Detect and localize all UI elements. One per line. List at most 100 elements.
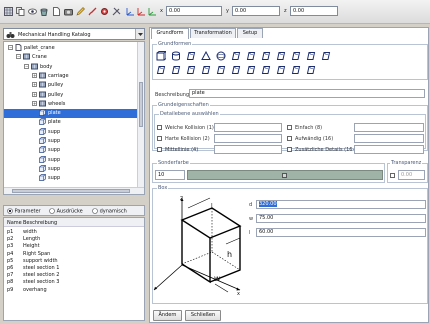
cone-shape-icon[interactable] [201, 51, 211, 61]
parameter-row[interactable]: p9 overhang [4, 287, 144, 294]
tree-item[interactable]: + carriage [4, 72, 138, 81]
close-button[interactable]: Schließen [185, 310, 221, 321]
parameter-row[interactable]: p7 steel section 2 [4, 272, 144, 279]
vertical-scrollbar[interactable] [137, 42, 144, 187]
harte-kollision-field[interactable] [214, 134, 282, 143]
tab-grundform[interactable]: Grundform [151, 28, 189, 39]
zusaetzliche-details-field[interactable] [354, 145, 424, 154]
w-input[interactable]: 75.00 [256, 214, 426, 223]
parallelogram-shape-icon[interactable] [171, 65, 181, 75]
beam-shape-icon[interactable] [216, 65, 226, 75]
h-scroll-thumb[interactable] [12, 189, 130, 193]
trapezoid-shape-icon[interactable] [156, 65, 166, 75]
sphere-shape-icon[interactable] [216, 51, 226, 61]
weiche-kollision-field[interactable] [214, 123, 282, 132]
tree-item[interactable]: + pulley [4, 91, 138, 100]
tree-item[interactable]: − Crane [4, 53, 138, 62]
tree-item[interactable]: supp [4, 165, 138, 174]
horizontal-scrollbar[interactable] [4, 187, 144, 194]
expand-icon[interactable]: + [32, 91, 37, 97]
tab-setup[interactable]: Setup [237, 28, 263, 38]
tree-item[interactable]: supp [4, 146, 138, 155]
mittellinie-field[interactable] [214, 145, 282, 154]
parameter-row[interactable]: p8 steel section 3 [4, 279, 144, 286]
spring-shape-icon[interactable] [246, 51, 256, 61]
color-picker-handle[interactable] [282, 173, 287, 178]
t-beam-shape-icon[interactable] [246, 65, 256, 75]
parameter-row[interactable]: p1 width [4, 229, 144, 236]
axes-icon[interactable] [148, 7, 157, 16]
axes-icon[interactable] [137, 7, 146, 16]
brush-icon[interactable] [88, 7, 97, 16]
expand-icon[interactable]: − [24, 63, 29, 69]
tools-icon[interactable] [112, 7, 121, 16]
l-input[interactable]: 60.00 [256, 228, 426, 237]
pipe-shape-icon[interactable] [186, 51, 196, 61]
frustum-shape-icon[interactable] [201, 65, 211, 75]
zusaetzliche-details-checkbox[interactable] [287, 147, 292, 152]
scroll-thumb[interactable] [139, 82, 143, 127]
dish-shape-icon[interactable] [321, 51, 331, 61]
expand-icon[interactable]: + [32, 100, 37, 106]
mittellinie-checkbox[interactable] [157, 147, 162, 152]
tree-item[interactable]: − body [4, 63, 138, 72]
radio-dynamisch[interactable]: dynamisch [92, 208, 127, 215]
d-input[interactable]: 320.00 [256, 200, 426, 209]
einfach-checkbox[interactable] [287, 125, 292, 130]
axes-icon[interactable] [126, 7, 135, 16]
aufwaendig-field[interactable] [354, 134, 424, 143]
expand-icon[interactable]: − [16, 54, 21, 60]
weiche-kollision-checkbox[interactable] [157, 125, 162, 130]
nut-shape-icon[interactable] [276, 65, 286, 75]
camera-icon[interactable] [64, 7, 73, 16]
color-swatch[interactable] [187, 170, 383, 180]
sweep-shape-icon[interactable] [291, 65, 301, 75]
apply-button[interactable]: Ändern [153, 310, 182, 321]
gear-shape-icon[interactable] [261, 65, 271, 75]
tree-item[interactable]: plate [4, 118, 138, 127]
parameter-row[interactable]: p3 Height [4, 243, 144, 250]
tree-item[interactable]: supp [4, 155, 138, 165]
expand-icon[interactable]: − [8, 45, 13, 50]
radio-ausdrücke[interactable]: Ausdrücke [49, 208, 83, 215]
bend-shape-icon[interactable] [306, 65, 316, 75]
beschreibung-input[interactable]: plate [189, 89, 425, 98]
x-coordinate-input[interactable]: 0.00 [166, 6, 222, 16]
bucket-icon[interactable] [40, 7, 49, 16]
tree-item[interactable]: supp [4, 127, 138, 137]
tab-transformation[interactable]: Transformation [190, 28, 236, 38]
expand-icon[interactable]: + [32, 82, 37, 88]
parameter-row[interactable]: p5 support width [4, 258, 144, 265]
harte-kollision-checkbox[interactable] [157, 136, 162, 141]
box-shape-icon[interactable] [156, 51, 166, 61]
torus-shape-icon[interactable] [306, 51, 316, 61]
transparenz-input[interactable]: 0.00 [398, 170, 425, 180]
y-coordinate-input[interactable]: 0.00 [232, 6, 280, 16]
einfach-field[interactable] [354, 123, 424, 132]
grid-icon[interactable] [4, 7, 13, 16]
cylinder-shape-icon[interactable] [171, 51, 181, 61]
parameter-row[interactable]: p6 steel section 1 [4, 265, 144, 272]
tree-item[interactable]: supp [4, 174, 138, 183]
z-coordinate-input[interactable]: 0.00 [290, 6, 338, 16]
parameter-row[interactable]: p2 Length [4, 236, 144, 243]
tree-item[interactable]: + pulley [4, 81, 138, 90]
channel-shape-icon[interactable] [231, 65, 241, 75]
transparenz-checkbox[interactable] [390, 173, 395, 178]
tree-item[interactable]: supp [4, 137, 138, 146]
wedge-shape-icon[interactable] [231, 51, 241, 61]
ring-shape-icon[interactable] [276, 51, 286, 61]
tree-item[interactable]: − pallet_crane [4, 44, 138, 53]
copy-icon[interactable] [16, 7, 25, 16]
parameter-row[interactable]: p4 Right Span [4, 251, 144, 258]
page-icon[interactable] [52, 7, 61, 16]
radio-parameter[interactable]: Parameter [7, 208, 41, 215]
tree-item[interactable]: plate [4, 109, 138, 119]
pen-icon[interactable] [76, 7, 85, 16]
coil-shape-icon[interactable] [291, 51, 301, 61]
pyramid-shape-icon[interactable] [186, 65, 196, 75]
aufwaendig-checkbox[interactable] [287, 136, 292, 141]
gear-icon[interactable] [100, 7, 109, 16]
dropdown-button[interactable] [135, 29, 144, 39]
catalog-select[interactable]: Mechanical Handling Katalog [3, 28, 145, 40]
